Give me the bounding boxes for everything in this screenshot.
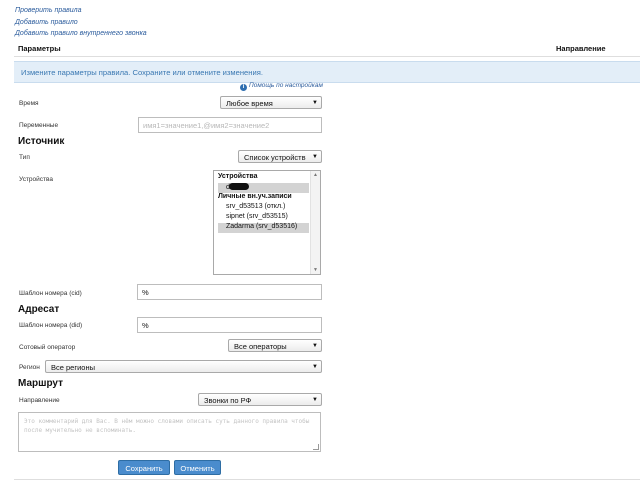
listbox-scrollbar[interactable]: ▲ ▼: [310, 171, 320, 274]
direction-label: Направление: [19, 397, 60, 404]
info-alert: Измените параметры правила. Сохраните ил…: [14, 61, 640, 83]
devices-label: Устройства: [19, 176, 54, 183]
variables-input[interactable]: имя1=значение1,@имя2=значение2: [138, 117, 322, 133]
info-icon: i: [240, 84, 247, 91]
operator-select-value: Все операторы: [234, 342, 287, 351]
region-label: Регион: [19, 364, 40, 371]
time-label: Время: [19, 100, 39, 107]
add-rule-link[interactable]: Добавить правило: [15, 19, 78, 26]
devices-listbox[interactable]: Устройства di Личные вн.уч.записи srv_d5…: [213, 170, 321, 275]
type-label: Тип: [19, 154, 30, 161]
did-label: Шаблон номера (did): [19, 322, 83, 329]
did-value: %: [142, 321, 149, 330]
devices-group-label: Устройства: [218, 173, 258, 180]
destination-heading: Адресат: [18, 304, 60, 315]
direction-select-value: Звонки по РФ: [204, 396, 252, 405]
cid-input[interactable]: %: [137, 284, 322, 300]
direction-column-header: Направление: [556, 44, 606, 53]
device-option[interactable]: sipnet (srv_d53515): [218, 213, 309, 223]
did-input[interactable]: %: [137, 317, 322, 333]
type-select[interactable]: Список устройств ▼: [238, 150, 322, 163]
direction-select[interactable]: Звонки по РФ ▼: [198, 393, 322, 406]
scroll-up-icon[interactable]: ▲: [313, 172, 318, 178]
help-link[interactable]: i Помощь по настройкам: [240, 82, 323, 91]
params-column-header: Параметры: [18, 44, 61, 53]
comment-textarea[interactable]: Это комментарий для Вас. В нём можно сло…: [18, 412, 321, 452]
operator-label: Сотовый оператор: [19, 344, 76, 351]
chevron-down-icon: ▼: [312, 100, 318, 106]
resize-handle-icon[interactable]: [313, 444, 319, 450]
help-link-text: Помощь по настройкам: [249, 82, 323, 89]
operator-select[interactable]: Все операторы ▼: [228, 339, 322, 352]
source-heading: Источник: [18, 136, 65, 147]
cid-label: Шаблон номера (cid): [19, 290, 82, 297]
comment-placeholder: Это комментарий для Вас. В нём можно сло…: [24, 418, 310, 434]
chevron-down-icon: ▼: [312, 397, 318, 403]
add-internal-rule-link[interactable]: Добавить правило внутреннего звонка: [15, 30, 147, 37]
check-rules-link[interactable]: Проверить правила: [15, 7, 82, 14]
variables-label: Переменные: [19, 122, 59, 129]
save-button[interactable]: Сохранить: [118, 460, 170, 475]
time-select[interactable]: Любое время ▼: [220, 96, 322, 109]
accounts-group-label: Личные вн.уч.записи: [218, 193, 292, 200]
chevron-down-icon: ▼: [312, 154, 318, 160]
variables-placeholder: имя1=значение1,@имя2=значение2: [143, 121, 270, 130]
device-option[interactable]: di: [218, 183, 309, 193]
type-select-value: Список устройств: [244, 153, 306, 162]
alert-text: Измените параметры правила. Сохраните ил…: [21, 68, 263, 77]
chevron-down-icon: ▼: [312, 343, 318, 349]
cid-value: %: [142, 288, 149, 297]
region-select-value: Все регионы: [51, 363, 95, 372]
route-heading: Маршрут: [18, 378, 64, 389]
chevron-down-icon: ▼: [312, 364, 318, 370]
region-select[interactable]: Все регионы ▼: [45, 360, 322, 373]
cancel-button[interactable]: Отменить: [174, 460, 221, 475]
scroll-down-icon[interactable]: ▼: [313, 267, 318, 273]
header-divider: [14, 56, 640, 57]
footer-divider: [14, 479, 640, 480]
time-select-value: Любое время: [226, 99, 273, 108]
device-option[interactable]: Zadarma (srv_d53516): [218, 223, 309, 233]
device-option[interactable]: srv_d53513 (откл.): [218, 203, 309, 213]
redaction-mark: [229, 183, 250, 190]
